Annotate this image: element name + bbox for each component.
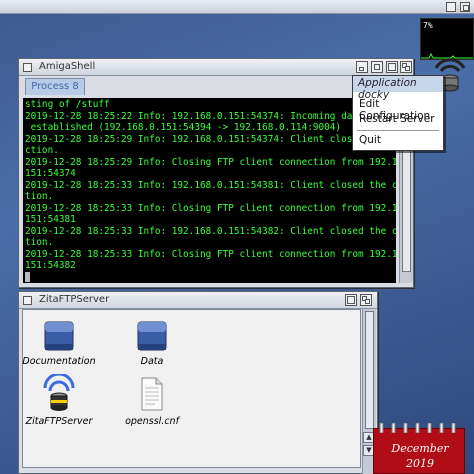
terminal-line: 151:54374 — [25, 168, 76, 179]
terminal-line: 2019-12-28 18:25:22 Info: 192.168.0.151:… — [25, 110, 381, 122]
app-zitaftpserver[interactable]: ZitaFTPServer — [19, 374, 99, 427]
menu-header: Application docky — [353, 76, 443, 101]
close-icon[interactable] — [23, 296, 32, 305]
tab-process[interactable]: Process 8 — [25, 78, 85, 95]
terminal-line: tion. — [25, 191, 54, 202]
menu-separator — [357, 130, 439, 131]
terminal-line: ction. — [25, 145, 59, 156]
maximize-icon[interactable] — [386, 61, 398, 73]
calendar-widget: December 2019 — [373, 423, 465, 474]
scrollbar-knob[interactable] — [365, 311, 374, 429]
drawer-documentation[interactable]: Documentation — [19, 318, 99, 367]
terminal-line: 151:54381 — [25, 214, 76, 225]
terminal-line: established (192.168.0.151:54394 -> 192.… — [25, 122, 342, 133]
terminal-line: 2019-12-28 18:25:33 Info: Closing FTP cl… — [25, 248, 396, 260]
depth-icon[interactable] — [360, 294, 372, 306]
calendar-year: 2019 — [406, 457, 434, 470]
terminal-line: 2019-12-28 18:25:29 Info: Closing FTP cl… — [25, 156, 396, 168]
file-openssl-cnf[interactable]: openssl.cnf — [112, 374, 192, 427]
terminal-output[interactable]: sting of /stuff 2019-12-28 18:25:22 Info:… — [23, 98, 396, 283]
terminal-line: 2019-12-28 18:25:33 Info: 192.168.0.151:… — [25, 225, 396, 237]
iconify-icon[interactable] — [356, 61, 368, 73]
calendar-month: December — [391, 442, 449, 455]
docky-context-menu: Application docky Edit Configuration Res… — [352, 75, 444, 151]
screen-title-bar — [0, 0, 474, 14]
drawer-data[interactable]: Data — [112, 318, 192, 367]
zoom-icon[interactable] — [371, 61, 383, 73]
terminal-cursor — [25, 271, 396, 284]
terminal-line: sting of /stuff — [25, 99, 110, 110]
calendar-rings-icon — [379, 423, 456, 433]
terminal-line: 151:54382 — [25, 260, 76, 271]
cpu-readout: 7% — [423, 21, 433, 30]
text-file-icon — [141, 377, 163, 411]
zitaftpserver-titlebar[interactable]: ZitaFTPServer — [19, 292, 377, 309]
maximize-icon[interactable] — [345, 294, 357, 306]
drawer-icon — [44, 321, 74, 351]
screen-back-icon[interactable] — [460, 2, 470, 12]
depth-icon[interactable] — [400, 61, 412, 73]
zitaftpserver-title: ZitaFTPServer — [39, 294, 110, 305]
drawer-content: Documentation Data ZitaFTPServer openssl… — [22, 309, 361, 468]
terminal-line: 2019-12-28 18:25:33 Info: Closing FTP cl… — [25, 202, 396, 214]
amigashell-title: AmigaShell — [39, 61, 96, 72]
server-app-icon — [43, 374, 75, 411]
amigashell-titlebar[interactable]: AmigaShell — [19, 59, 413, 76]
menu-item-restart-server[interactable]: Restart Server — [359, 113, 435, 125]
menu-item-quit[interactable]: Quit — [359, 134, 381, 146]
terminal-line: tion. — [25, 237, 54, 248]
drawer-icon — [137, 321, 167, 351]
terminal-line: 2019-12-28 18:25:29 Info: 192.168.0.151:… — [25, 133, 381, 145]
close-icon[interactable] — [23, 63, 32, 72]
terminal-line: 2019-12-28 18:25:33 Info: 192.168.0.151:… — [25, 179, 396, 191]
screen-depth-icon[interactable] — [446, 2, 456, 12]
